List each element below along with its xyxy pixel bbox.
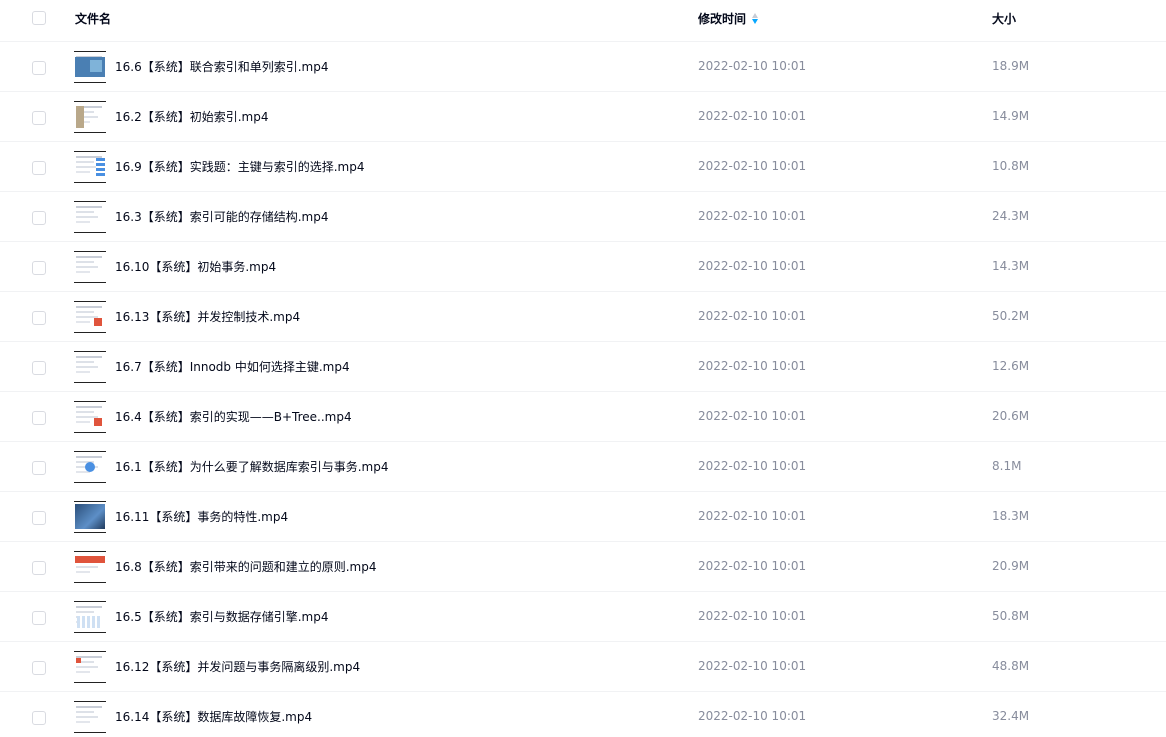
- file-name[interactable]: 16.14【系统】数据库故障恢复.mp4: [115, 708, 312, 725]
- file-row[interactable]: 16.11【系统】事务的特性.mp4 2022-02-10 10:01 18.3M: [0, 492, 1166, 542]
- file-name[interactable]: 16.5【系统】索引与数据存储引擎.mp4: [115, 608, 328, 625]
- video-thumbnail[interactable]: [74, 401, 106, 433]
- file-row-checkbox[interactable]: [32, 411, 46, 425]
- file-row[interactable]: 16.3【系统】索引可能的存储结构.mp4 2022-02-10 10:01 24.…: [0, 192, 1166, 242]
- file-size: 18.9M: [992, 59, 1030, 73]
- video-thumbnail[interactable]: [74, 701, 106, 733]
- file-size: 20.9M: [992, 559, 1030, 573]
- file-modified-time: 2022-02-10 10:01: [698, 359, 807, 373]
- file-row[interactable]: 16.10【系统】初始事务.mp4 2022-02-10 10:01 14.3M: [0, 242, 1166, 292]
- file-modified-time: 2022-02-10 10:01: [698, 659, 807, 673]
- file-size: 50.8M: [992, 609, 1030, 623]
- file-row-checkbox[interactable]: [32, 161, 46, 175]
- file-row-checkbox[interactable]: [32, 361, 46, 375]
- column-header-time-label: 修改时间: [698, 12, 747, 26]
- file-list-table: 文件名 修改时间 大小 16.6【系统】联合索引和单列索引.mp4 2022-02…: [0, 0, 1166, 737]
- file-row-checkbox[interactable]: [32, 461, 46, 475]
- file-name[interactable]: 16.13【系统】并发控制技术.mp4: [115, 308, 300, 325]
- file-size: 48.8M: [992, 659, 1030, 673]
- video-thumbnail[interactable]: [74, 601, 106, 633]
- file-modified-time: 2022-02-10 10:01: [698, 109, 807, 123]
- file-row-checkbox[interactable]: [32, 511, 46, 525]
- file-row[interactable]: 16.14【系统】数据库故障恢复.mp4 2022-02-10 10:01 32.4…: [0, 692, 1166, 737]
- file-row[interactable]: 16.13【系统】并发控制技术.mp4 2022-02-10 10:01 50.2M: [0, 292, 1166, 342]
- video-thumbnail[interactable]: [74, 201, 106, 233]
- file-modified-time: 2022-02-10 10:01: [698, 559, 807, 573]
- file-name[interactable]: 16.1【系统】为什么要了解数据库索引与事务.mp4: [115, 458, 388, 475]
- file-row[interactable]: 16.12【系统】并发问题与事务隔离级别.mp4 2022-02-10 10:01…: [0, 642, 1166, 692]
- file-name[interactable]: 16.6【系统】联合索引和单列索引.mp4: [115, 58, 328, 75]
- file-row-checkbox[interactable]: [32, 561, 46, 575]
- file-name[interactable]: 16.9【系统】实践题：主键与索引的选择.mp4: [115, 158, 364, 175]
- file-size: 20.6M: [992, 409, 1030, 423]
- video-thumbnail[interactable]: [74, 251, 106, 283]
- video-thumbnail[interactable]: [74, 301, 106, 333]
- file-name[interactable]: 16.4【系统】索引的实现——B+Tree..mp4: [115, 408, 352, 425]
- file-row-checkbox[interactable]: [32, 211, 46, 225]
- file-row-checkbox[interactable]: [32, 711, 46, 725]
- file-size: 8.1M: [992, 459, 1022, 473]
- column-header-name[interactable]: 文件名: [75, 10, 111, 27]
- file-row[interactable]: 16.5【系统】索引与数据存储引擎.mp4 2022-02-10 10:01 50.…: [0, 592, 1166, 642]
- file-modified-time: 2022-02-10 10:01: [698, 209, 807, 223]
- file-size: 14.9M: [992, 109, 1030, 123]
- column-header-time[interactable]: 修改时间: [698, 10, 759, 27]
- file-modified-time: 2022-02-10 10:01: [698, 159, 807, 173]
- file-modified-time: 2022-02-10 10:01: [698, 509, 807, 523]
- file-size: 12.6M: [992, 359, 1030, 373]
- table-header: 文件名 修改时间 大小: [0, 0, 1166, 42]
- file-size: 10.8M: [992, 159, 1030, 173]
- file-row[interactable]: 16.1【系统】为什么要了解数据库索引与事务.mp4 2022-02-10 10:…: [0, 442, 1166, 492]
- file-name[interactable]: 16.12【系统】并发问题与事务隔离级别.mp4: [115, 658, 360, 675]
- file-row-checkbox[interactable]: [32, 611, 46, 625]
- file-row-checkbox[interactable]: [32, 61, 46, 75]
- file-name[interactable]: 16.7【系统】Innodb 中如何选择主键.mp4: [115, 358, 350, 375]
- file-row[interactable]: 16.4【系统】索引的实现——B+Tree..mp4 2022-02-10 10:…: [0, 392, 1166, 442]
- sort-descending-icon[interactable]: [752, 12, 759, 25]
- file-name[interactable]: 16.3【系统】索引可能的存储结构.mp4: [115, 208, 328, 225]
- file-name[interactable]: 16.8【系统】索引带来的问题和建立的原则.mp4: [115, 558, 376, 575]
- video-thumbnail[interactable]: [74, 551, 106, 583]
- video-thumbnail[interactable]: [74, 651, 106, 683]
- file-size: 14.3M: [992, 259, 1030, 273]
- file-row-checkbox[interactable]: [32, 111, 46, 125]
- file-modified-time: 2022-02-10 10:01: [698, 459, 807, 473]
- file-modified-time: 2022-02-10 10:01: [698, 59, 807, 73]
- video-thumbnail[interactable]: [74, 451, 106, 483]
- video-thumbnail[interactable]: [74, 151, 106, 183]
- video-thumbnail[interactable]: [74, 51, 106, 83]
- video-thumbnail[interactable]: [74, 101, 106, 133]
- file-name[interactable]: 16.10【系统】初始事务.mp4: [115, 258, 276, 275]
- file-row-checkbox[interactable]: [32, 261, 46, 275]
- file-size: 18.3M: [992, 509, 1030, 523]
- file-row[interactable]: 16.7【系统】Innodb 中如何选择主键.mp4 2022-02-10 10:…: [0, 342, 1166, 392]
- file-row[interactable]: 16.2【系统】初始索引.mp4 2022-02-10 10:01 14.9M: [0, 92, 1166, 142]
- file-row[interactable]: 16.9【系统】实践题：主键与索引的选择.mp4 2022-02-10 10:01…: [0, 142, 1166, 192]
- file-modified-time: 2022-02-10 10:01: [698, 709, 807, 723]
- file-size: 50.2M: [992, 309, 1030, 323]
- file-row-checkbox[interactable]: [32, 311, 46, 325]
- file-name[interactable]: 16.2【系统】初始索引.mp4: [115, 108, 268, 125]
- video-thumbnail[interactable]: [74, 351, 106, 383]
- file-modified-time: 2022-02-10 10:01: [698, 259, 807, 273]
- select-all-checkbox[interactable]: [32, 11, 46, 25]
- file-modified-time: 2022-02-10 10:01: [698, 609, 807, 623]
- column-header-size[interactable]: 大小: [992, 10, 1016, 27]
- file-modified-time: 2022-02-10 10:01: [698, 309, 807, 323]
- file-row-checkbox[interactable]: [32, 661, 46, 675]
- file-modified-time: 2022-02-10 10:01: [698, 409, 807, 423]
- file-rows: 16.6【系统】联合索引和单列索引.mp4 2022-02-10 10:01 18.…: [0, 42, 1166, 737]
- file-row[interactable]: 16.8【系统】索引带来的问题和建立的原则.mp4 2022-02-10 10:0…: [0, 542, 1166, 592]
- file-size: 32.4M: [992, 709, 1030, 723]
- file-name[interactable]: 16.11【系统】事务的特性.mp4: [115, 508, 288, 525]
- video-thumbnail[interactable]: [74, 501, 106, 533]
- file-row[interactable]: 16.6【系统】联合索引和单列索引.mp4 2022-02-10 10:01 18.…: [0, 42, 1166, 92]
- file-size: 24.3M: [992, 209, 1030, 223]
